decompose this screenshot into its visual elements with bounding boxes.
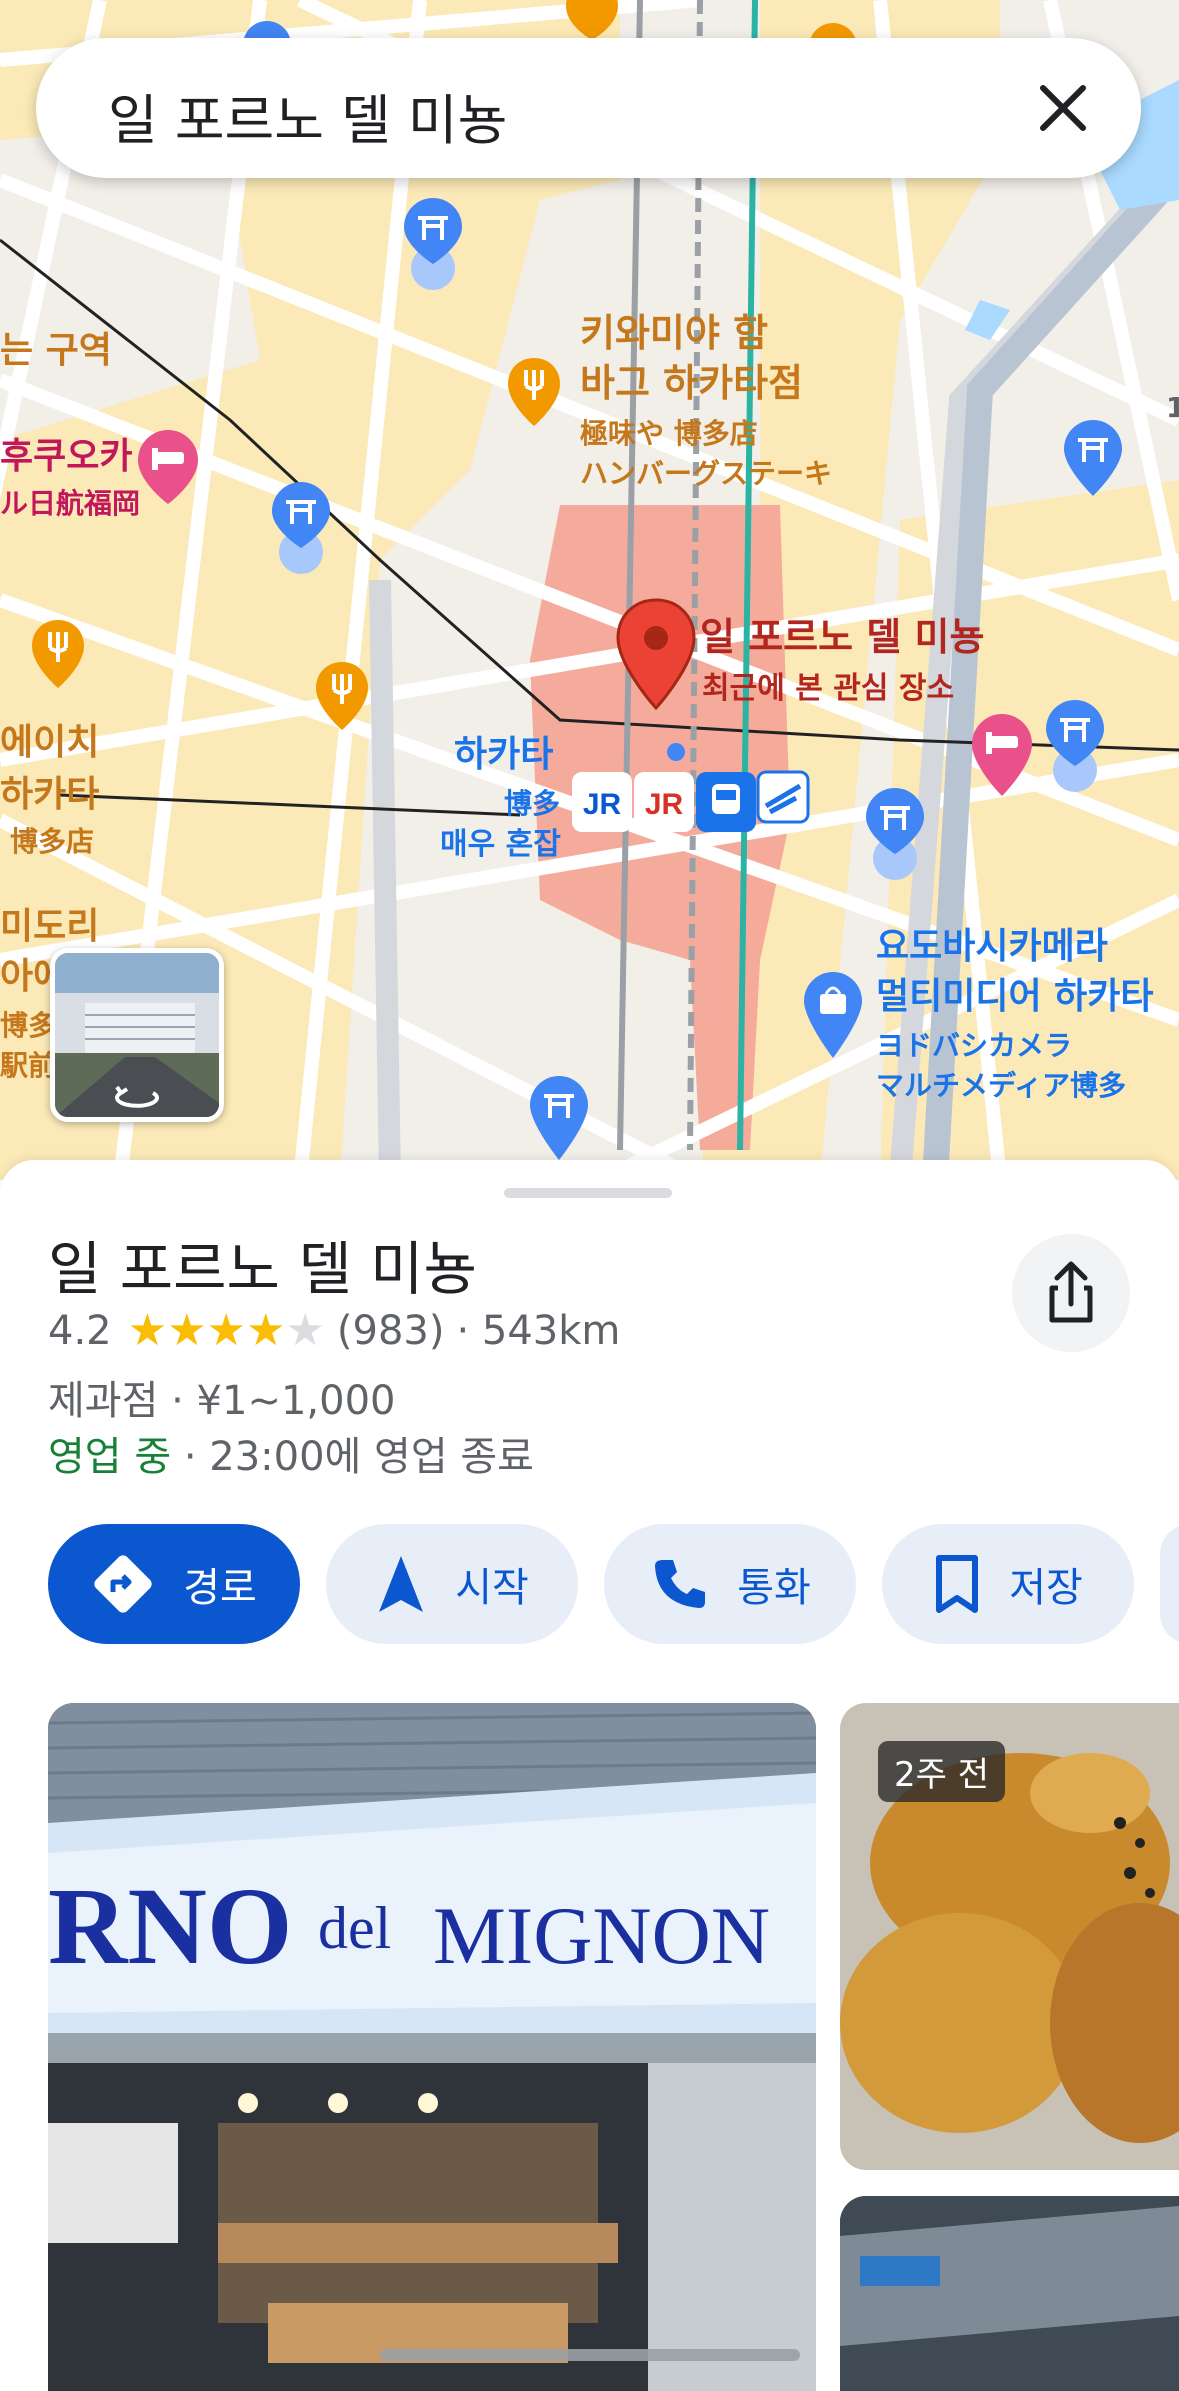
rating-stars: ★ ★ ★ ★ ★	[128, 1309, 325, 1353]
directions-label: 경로	[183, 1565, 257, 1611]
place-sheet[interactable]: 일 포르노 델 미뇽 4.2 ★ ★ ★ ★ ★ (983) · 543km 제과점 ·…	[0, 1160, 1179, 2391]
map-label: 바그 하카타점	[580, 361, 803, 405]
restaurant-pin-icon[interactable]	[314, 660, 370, 732]
map-label: 極味や 博多店	[580, 417, 758, 450]
phone-icon	[655, 1560, 706, 1608]
call-label: 통화	[737, 1565, 811, 1611]
drag-handle[interactable]	[504, 1188, 672, 1198]
home-indicator[interactable]	[380, 2349, 800, 2361]
map-label: 駅前	[0, 1049, 57, 1082]
close-icon[interactable]	[1023, 68, 1103, 148]
svg-text:JR: JR	[583, 788, 622, 821]
shrine-pin-icon[interactable]	[1042, 698, 1108, 794]
location-dot-icon	[667, 743, 685, 761]
closing-time: · 23:00에 영업 종료	[171, 1434, 534, 1480]
restaurant-pin-icon[interactable]	[564, 0, 620, 40]
sign-text: RNO	[48, 1865, 292, 1987]
save-button[interactable]: 저장	[882, 1524, 1134, 1644]
sign-text: MIGNON	[433, 1890, 770, 1981]
action-buttons: 경로 시작 통화 저장	[48, 1524, 1179, 1644]
map-label: マルチメディア博多	[876, 1069, 1127, 1102]
hotel-pin-icon[interactable]	[136, 428, 200, 506]
star-filled-icon: ★	[245, 1305, 286, 1356]
street-view-thumbnail[interactable]	[50, 948, 224, 1122]
star-filled-icon: ★	[206, 1305, 246, 1356]
map-label: 최근에 본 관심 장소	[702, 671, 955, 706]
map-label: ハンバーグステーキ	[580, 457, 833, 490]
map-label: ヨドバシカメラ	[876, 1029, 1073, 1062]
distance: · 543km	[456, 1308, 621, 1354]
map-label: 博多	[0, 1009, 57, 1042]
map-label: 1	[1166, 391, 1179, 424]
share-button[interactable]	[1012, 1234, 1130, 1352]
start-button[interactable]: 시작	[326, 1524, 578, 1644]
category-price: 제과점 · ¥1~1,000	[48, 1378, 396, 1424]
map-label: 후쿠오카	[0, 436, 133, 477]
rating-value: 4.2	[48, 1308, 112, 1354]
place-title: 일 포르노 델 미뇽	[48, 1235, 477, 1303]
storefront-image: RNO del MIGNON	[48, 1703, 816, 2391]
transit-lines-icon[interactable]: JR JR	[570, 770, 810, 836]
open-status: 영업 중	[48, 1434, 172, 1480]
map-label: ル日航福岡	[0, 487, 141, 520]
svg-text:JR: JR	[645, 788, 684, 821]
interior-photo[interactable]	[840, 2196, 1179, 2391]
map-label: 멀티미디어 하카타	[876, 976, 1154, 1017]
shrine-pin-icon[interactable]	[862, 786, 928, 882]
map-label: 매우 혼잡	[440, 827, 561, 862]
shrine-pin-icon[interactable]	[526, 1074, 592, 1162]
review-count[interactable]: (983)	[337, 1308, 445, 1354]
star-filled-icon: ★	[167, 1305, 207, 1356]
rating-row: 4.2 ★ ★ ★ ★ ★ (983) · 543km	[48, 1308, 620, 1354]
save-label: 저장	[1009, 1565, 1083, 1611]
map-label: 하카타	[454, 734, 554, 775]
shopping-pin-icon[interactable]	[800, 970, 866, 1060]
share-icon	[1049, 1261, 1093, 1323]
bookmark-icon	[936, 1555, 979, 1613]
map-label: 미도리	[0, 906, 100, 947]
star-empty-icon: ★	[285, 1305, 325, 1356]
map-label: 요도바시카메라	[876, 926, 1108, 967]
map-label: 키와미야 함	[580, 311, 769, 355]
directions-icon	[94, 1555, 152, 1613]
restaurant-pin-icon[interactable]	[30, 618, 86, 690]
storefront-photo[interactable]: RNO del MIGNON	[48, 1703, 816, 2391]
map-label: 는 구역	[0, 330, 112, 371]
search-input[interactable]: 일 포르노 델 미뇽	[108, 76, 507, 155]
map-label: 에이치	[0, 722, 100, 763]
call-button[interactable]: 통화	[604, 1524, 856, 1644]
more-actions-button[interactable]	[1160, 1524, 1179, 1644]
place-pin-icon[interactable]	[614, 596, 698, 712]
map-label: 博多	[504, 787, 561, 820]
restaurant-pin-icon[interactable]	[506, 356, 562, 428]
directions-button[interactable]: 경로	[48, 1524, 300, 1644]
shrine-pin-icon[interactable]	[268, 480, 334, 576]
navigation-arrow-icon	[379, 1556, 424, 1612]
pastry-photo[interactable]: 2주 전	[840, 1703, 1179, 2170]
photo-age-badge: 2주 전	[878, 1741, 1005, 1802]
shrine-pin-icon[interactable]	[1060, 418, 1126, 498]
hotel-pin-icon[interactable]	[970, 712, 1034, 798]
map-label: 하카타	[0, 774, 100, 815]
hours-row[interactable]: 영업 중 · 23:00에 영업 종료	[48, 1424, 534, 1482]
shrine-pin-icon[interactable]	[400, 196, 466, 292]
star-filled-icon: ★	[127, 1305, 168, 1356]
search-bar[interactable]: 일 포르노 델 미뇽	[36, 38, 1141, 178]
map-label: 博多店	[10, 825, 95, 858]
start-label: 시작	[455, 1565, 529, 1611]
map-label: 일 포르노 델 미뇽	[700, 615, 985, 659]
sign-text: del	[318, 1895, 391, 1961]
interior-image	[840, 2196, 1179, 2391]
street-view-image	[55, 953, 219, 1117]
